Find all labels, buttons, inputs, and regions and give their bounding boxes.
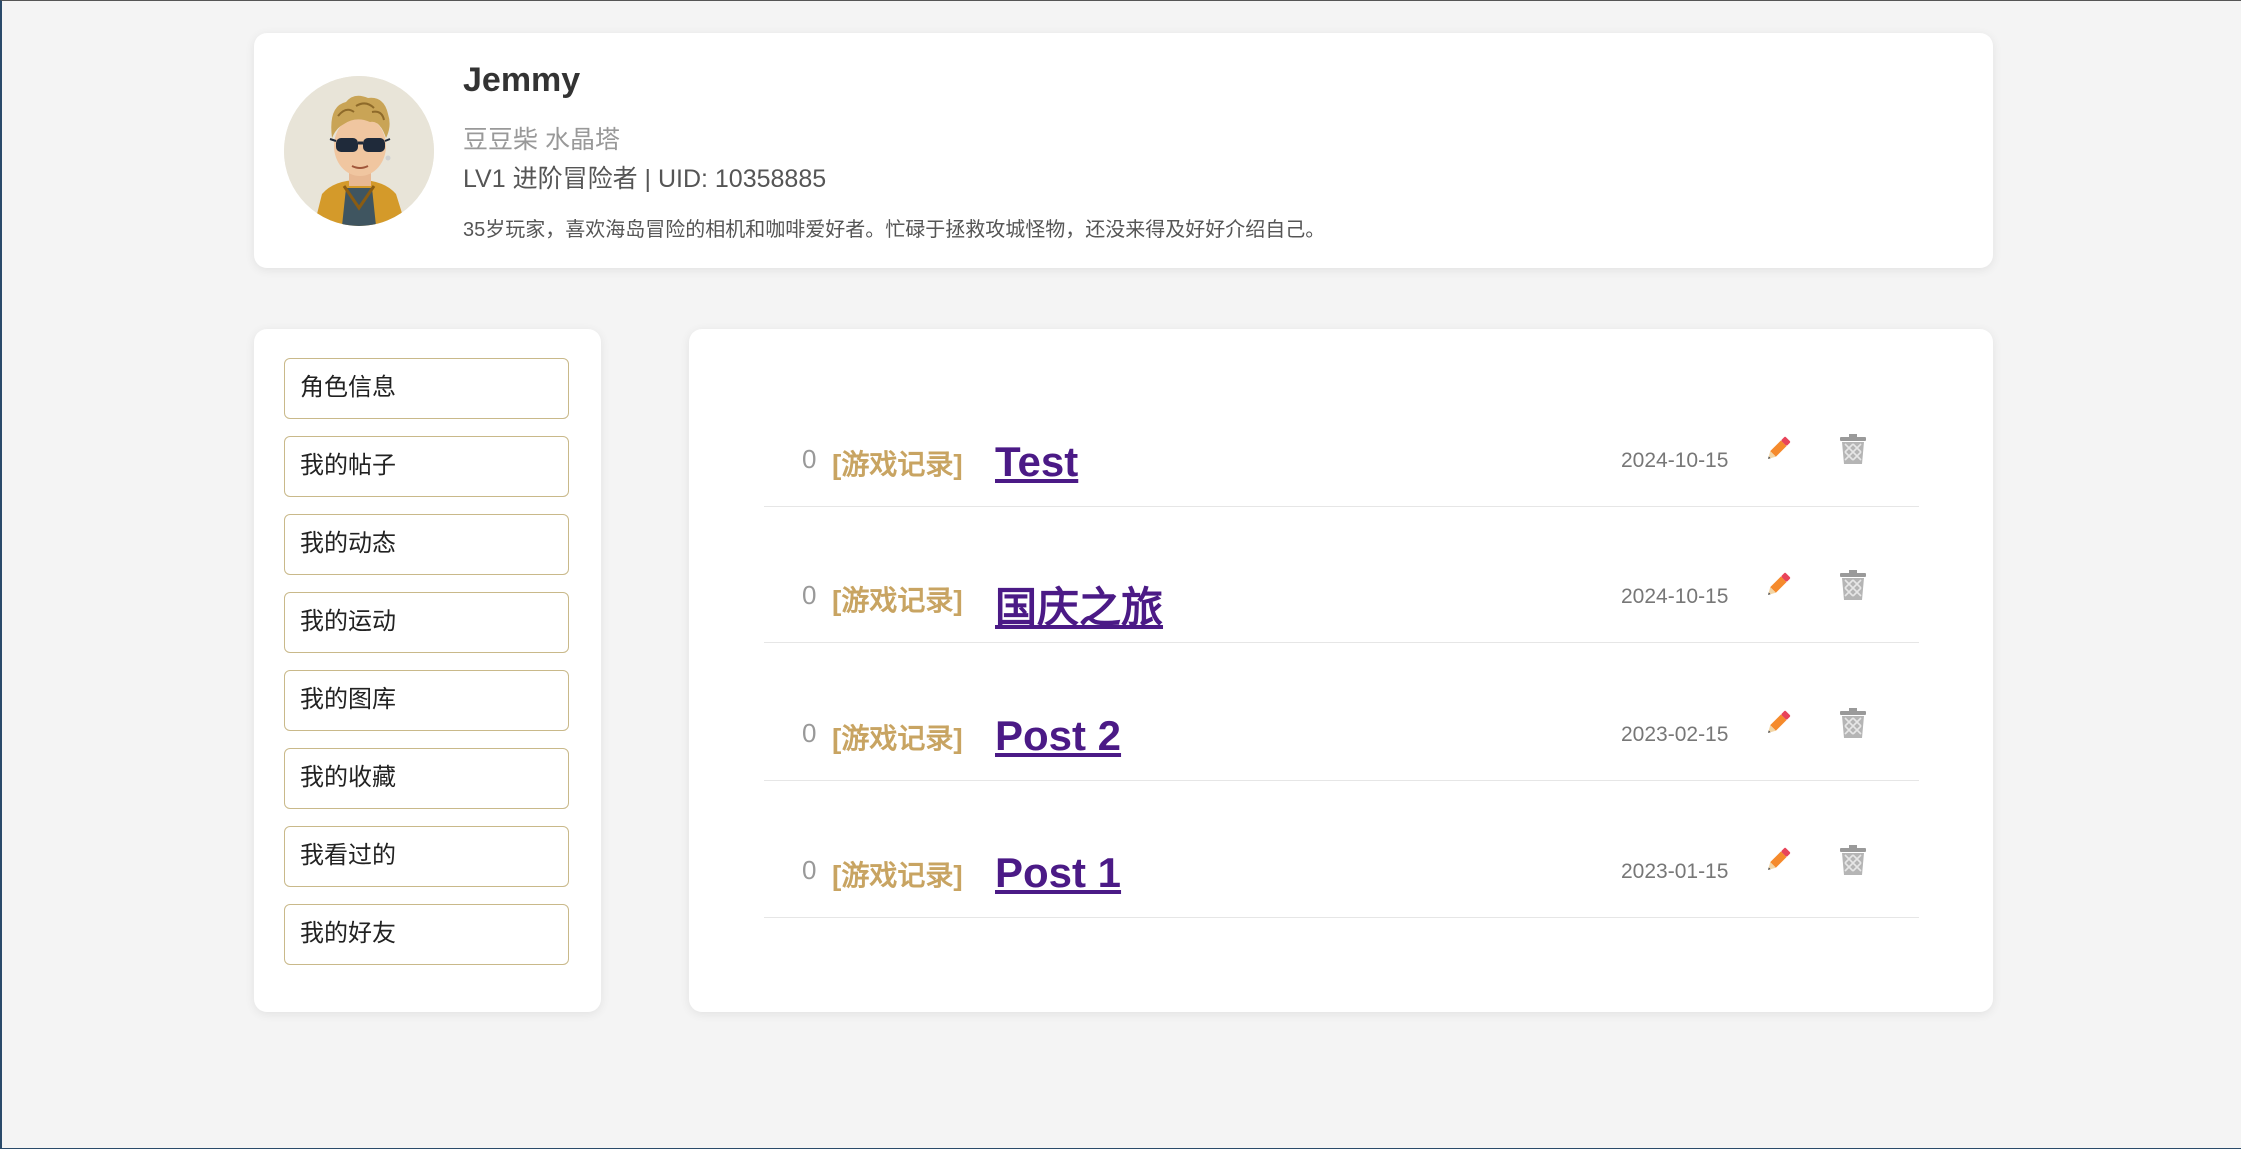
post-comment-count: 0	[802, 580, 817, 610]
sidebar-item-my-gallery[interactable]: 我的图库	[284, 670, 569, 731]
trash-icon[interactable]	[1837, 432, 1869, 466]
post-date: 2023-01-15	[1621, 860, 1729, 883]
avatar[interactable]	[284, 76, 434, 226]
pencil-icon[interactable]	[1763, 434, 1793, 464]
post-date: 2024-10-15	[1621, 585, 1729, 608]
sidebar-item-viewed[interactable]: 我看过的	[284, 826, 569, 887]
post-row: 0 [游戏记录] 国庆之旅 2024-10-15	[764, 562, 1919, 643]
posts-panel: 0 [游戏记录] Test 2024-10-15 0 [游戏记录] 国庆之旅 2…	[689, 329, 1993, 1012]
sidebar-item-my-sports[interactable]: 我的运动	[284, 592, 569, 653]
post-title-link[interactable]: 国庆之旅	[995, 574, 1163, 635]
post-category-tag: [游戏记录]	[832, 723, 963, 754]
post-category-tag: [游戏记录]	[832, 585, 963, 616]
post-row: 0 [游戏记录] Post 1 2023-01-15	[764, 837, 1919, 918]
sidebar-item-my-friends[interactable]: 我的好友	[284, 904, 569, 965]
pencil-icon[interactable]	[1763, 570, 1793, 600]
avatar-illustration	[284, 76, 434, 226]
post-comment-count: 0	[802, 444, 817, 474]
profile-name: Jemmy	[463, 61, 581, 99]
post-date: 2024-10-15	[1621, 449, 1729, 472]
trash-icon[interactable]	[1837, 568, 1869, 602]
profile-bio: 35岁玩家，喜欢海岛冒险的相机和咖啡爱好者。忙碌于拯救攻城怪物，还没来得及好好介…	[463, 219, 1326, 241]
trash-icon[interactable]	[1837, 843, 1869, 877]
post-row: 0 [游戏记录] Test 2024-10-15	[764, 426, 1919, 507]
post-title-link[interactable]: Test	[995, 438, 1078, 486]
sidebar-item-my-posts[interactable]: 我的帖子	[284, 436, 569, 497]
sidebar-menu: 角色信息 我的帖子 我的动态 我的运动 我的图库 我的收藏 我看过的 我的好友	[254, 329, 601, 1012]
pencil-icon[interactable]	[1763, 845, 1793, 875]
profile-level-uid: LV1 进阶冒险者 | UID: 10358885	[463, 165, 827, 193]
profile-alias: 豆豆柴 水晶塔	[463, 126, 620, 154]
sidebar-item-my-favorites[interactable]: 我的收藏	[284, 748, 569, 809]
post-title-link[interactable]: Post 1	[995, 849, 1121, 897]
post-title-link[interactable]: Post 2	[995, 712, 1121, 760]
trash-icon[interactable]	[1837, 706, 1869, 740]
post-date: 2023-02-15	[1621, 723, 1729, 746]
post-comment-count: 0	[802, 855, 817, 885]
profile-card: Jemmy 豆豆柴 水晶塔 LV1 进阶冒险者 | UID: 10358885 …	[254, 33, 1993, 268]
pencil-icon[interactable]	[1763, 708, 1793, 738]
post-category-tag: [游戏记录]	[832, 449, 963, 480]
sidebar-item-character-info[interactable]: 角色信息	[284, 358, 569, 419]
post-row: 0 [游戏记录] Post 2 2023-02-15	[764, 700, 1919, 781]
post-category-tag: [游戏记录]	[832, 860, 963, 891]
post-comment-count: 0	[802, 718, 817, 748]
sidebar-item-my-activity[interactable]: 我的动态	[284, 514, 569, 575]
